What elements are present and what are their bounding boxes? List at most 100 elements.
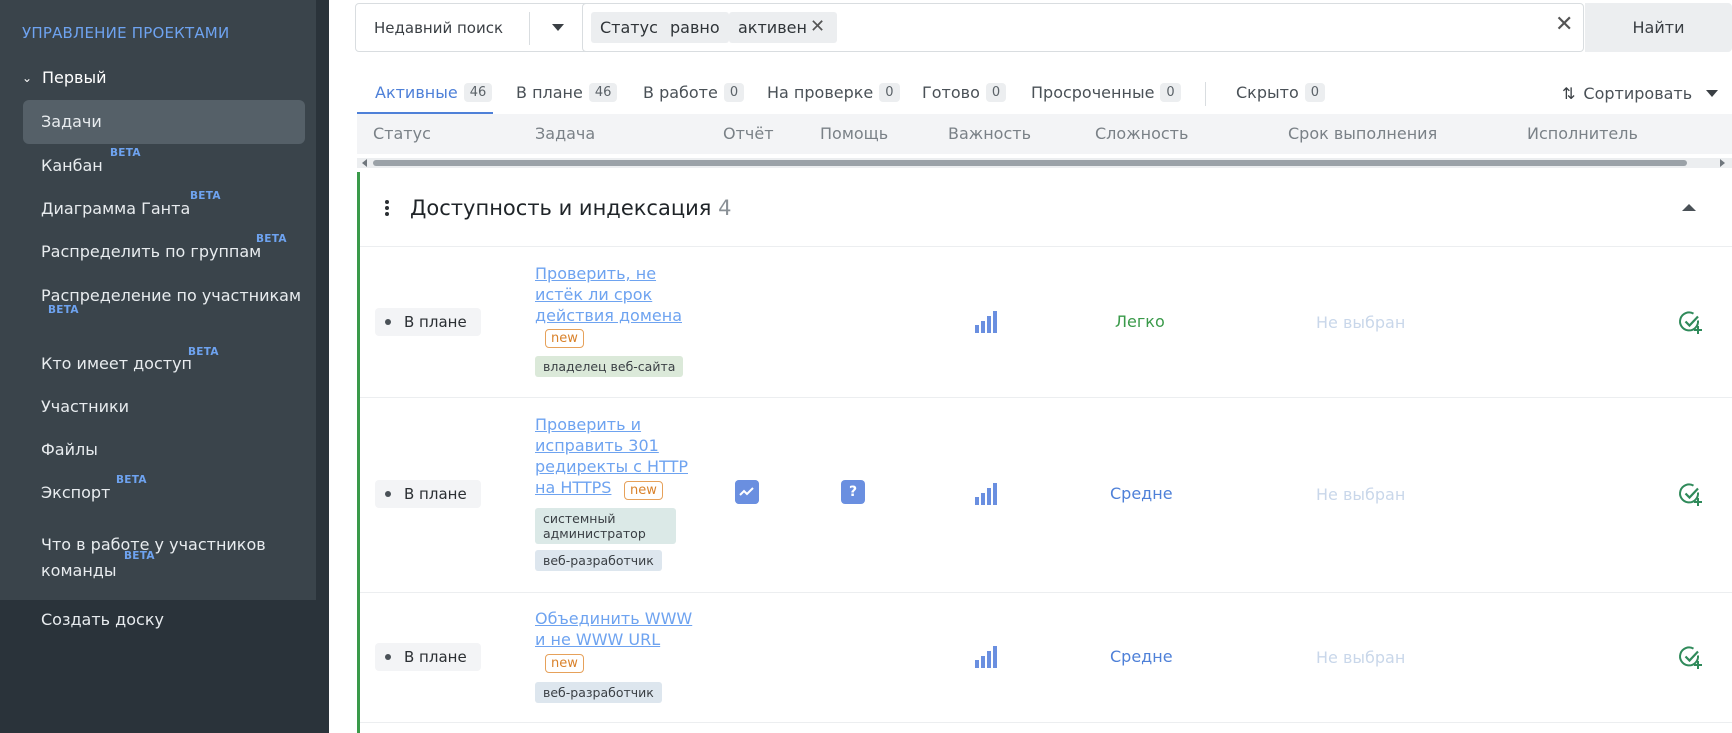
group-count: 4 [718,196,732,220]
role-tag[interactable]: системный администратор [535,508,676,544]
assign-check-icon[interactable] [1678,644,1704,670]
column-assignee[interactable]: Исполнитель [1527,124,1638,143]
task-line: истёк ли срок [535,285,653,304]
column-task[interactable]: Задача [535,124,595,143]
recent-search-dropdown[interactable]: Недавний поиск [355,3,598,52]
tab-count: 0 [1160,83,1181,102]
column-deadline[interactable]: Срок выполнения [1288,124,1437,143]
tab-count: 0 [723,83,745,102]
column-help[interactable]: Помощь [820,124,888,143]
column-status[interactable]: Статус [373,124,431,143]
importance-bars-icon [975,483,997,505]
scroll-left-icon[interactable] [362,159,367,167]
create-board-link[interactable]: Создать доску [41,610,164,629]
caret-down-icon [552,24,564,31]
complexity-value[interactable]: Легко [1115,312,1165,331]
tab-overdue[interactable]: Просроченные 0 [1031,83,1181,102]
task-line: исправить 301 [535,436,659,455]
tab-planned[interactable]: В плане 46 [516,83,618,102]
sort-label: Сортировать [1583,84,1693,103]
remove-chip-icon[interactable]: ✕ [810,16,825,37]
help-question-icon[interactable]: ? [841,480,865,504]
task-link[interactable]: Проверить и исправить 301 редиректы с HT… [535,414,688,498]
sidebar-project[interactable]: ⌄ Первый [22,68,107,87]
importance-bars-icon [975,311,997,333]
column-importance[interactable]: Важность [948,124,1031,143]
tab-count: 0 [985,83,1007,102]
task-line: редиректы с HTTP [535,457,688,476]
tab-label: В плане [516,83,583,102]
status-badge[interactable]: В плане [375,480,481,508]
group-title: Доступность и индексация 4 [410,196,731,220]
sidebar-item-export[interactable]: Экспорт [41,480,110,506]
tab-label: Готово [922,83,980,102]
role-tag[interactable]: владелец веб-сайта [535,356,684,377]
tab-count: 46 [463,83,493,102]
sidebar-item-members[interactable]: Участники [41,394,129,420]
beta-badge: BETA [110,147,141,159]
scroll-right-icon[interactable] [1720,159,1725,167]
tab-active[interactable]: Активные 46 [375,83,493,102]
beta-badge: BETA [256,233,287,245]
tab-review[interactable]: На проверке 0 [767,83,900,102]
status-badge[interactable]: В плане [375,643,481,671]
sidebar-item-gantt[interactable]: Диаграмма Ганта [41,196,190,222]
sidebar-item-kanban[interactable]: Канбан [41,153,103,179]
kebab-menu-icon[interactable] [385,200,389,218]
beta-badge: BETA [190,190,221,202]
deadline-value[interactable]: Не выбран [1316,485,1405,504]
tab-hidden[interactable]: Скрыто 0 [1236,83,1326,102]
assign-check-icon[interactable] [1678,481,1704,507]
tab-divider [1205,82,1206,106]
column-report[interactable]: Отчёт [723,124,774,143]
status-badge[interactable]: В плане [375,308,481,336]
sidebar-item-participants-distribution[interactable]: Распределение по участникам [41,283,301,309]
complexity-value[interactable]: Средне [1110,484,1173,503]
filter-chip-operator[interactable]: равно [661,12,729,43]
clear-filter-icon[interactable]: ✕ [1555,12,1573,37]
sidebar-item-team-work[interactable]: Что в работе у участников команды [41,532,281,584]
new-badge: new [545,654,584,673]
sidebar-item-tasks[interactable]: Задачи [41,109,102,135]
task-line: на HTTPS [535,478,612,497]
role-tag[interactable]: веб-разработчик [535,550,662,571]
sort-button[interactable]: ⇅ Сортировать [1562,84,1719,103]
find-button[interactable]: Найти [1585,3,1732,52]
sidebar-item-files[interactable]: Файлы [41,437,98,463]
recent-search-label: Недавний поиск [374,19,504,37]
sidebar-item-groups[interactable]: Распределить по группам [41,239,261,265]
task-link[interactable]: Проверить, не истёк ли срок действия дом… [535,263,682,326]
tab-count: 46 [588,83,618,102]
status-dot-icon [385,491,391,497]
column-complexity[interactable]: Сложность [1095,124,1188,143]
sort-icon: ⇅ [1562,84,1576,103]
complexity-value[interactable]: Средне [1110,647,1173,666]
tab-label: На проверке [767,83,874,102]
deadline-value[interactable]: Не выбран [1316,313,1405,332]
tab-label: Скрыто [1236,83,1299,102]
status-dot-icon [385,654,391,660]
beta-badge: BETA [116,474,147,486]
sidebar-title: УПРАВЛЕНИЕ ПРОЕКТАМИ [22,24,230,42]
group-title-text: Доступность и индексация [410,196,712,220]
tab-done[interactable]: Готово 0 [922,83,1007,102]
task-line: действия домена [535,306,682,325]
assign-check-icon[interactable] [1678,309,1704,335]
scrollbar-thumb[interactable] [373,160,1687,166]
sidebar-item-access[interactable]: Кто имеет доступ [41,351,192,377]
tab-label: В работе [643,83,718,102]
report-chart-icon[interactable] [735,480,759,504]
role-tag[interactable]: веб-разработчик [535,682,662,703]
status-text: В плане [404,313,467,331]
project-name: Первый [42,68,107,87]
filter-chip-field[interactable]: Статус [591,12,667,43]
deadline-value[interactable]: Не выбран [1316,648,1405,667]
tab-label: Просроченные [1031,83,1155,102]
tab-in-progress[interactable]: В работе 0 [643,83,745,102]
filter-input[interactable]: Статус равно активен ✕ [582,3,1584,52]
sidebar: УПРАВЛЕНИЕ ПРОЕКТАМИ ⌄ Первый Задачи Кан… [0,0,329,733]
task-link[interactable]: Объединить WWW и не WWW URL [535,608,692,650]
new-badge: new [624,481,663,500]
beta-badge: BETA [124,550,155,562]
collapse-group-icon[interactable] [1682,204,1696,211]
